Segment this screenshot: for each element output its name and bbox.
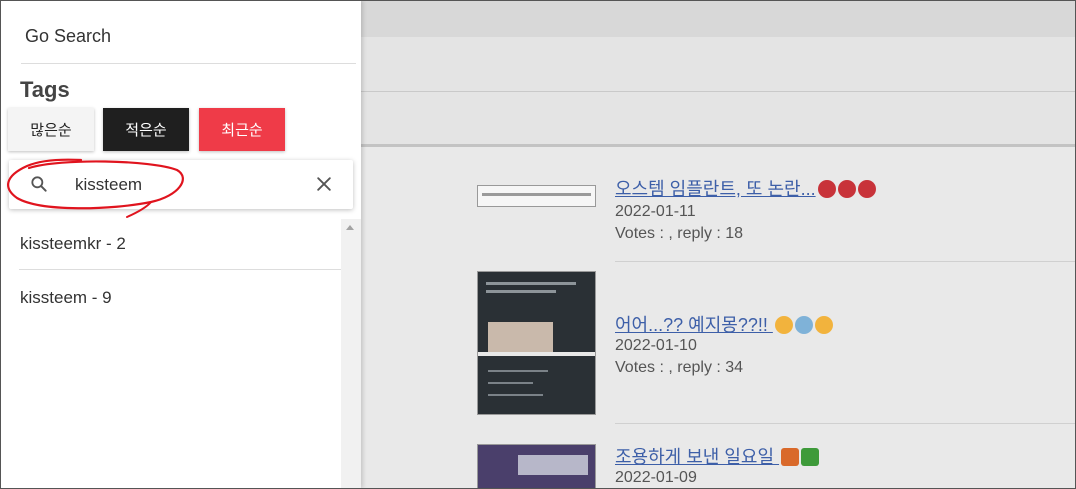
post-date: 2022-01-10 xyxy=(615,337,697,354)
list-divider xyxy=(19,269,341,270)
tag-search-box xyxy=(9,160,353,209)
screaming-face-icon xyxy=(814,316,833,334)
screenshot-frame: 오스템 임플란트, 또 논란... 2022-01-11 Votes : , r… xyxy=(0,0,1076,489)
four-leaf-clover-icon xyxy=(801,448,820,466)
post-date: 2022-01-09 xyxy=(615,469,697,486)
go-search-link[interactable]: Go Search xyxy=(25,26,111,47)
background-divider xyxy=(361,91,1075,92)
post-title-link[interactable]: 조용하게 보낸 일요일 xyxy=(615,443,820,469)
post-divider xyxy=(615,261,1075,262)
post-stats: Votes : , reply : 18 xyxy=(615,225,744,242)
post-date: 2022-01-11 xyxy=(615,203,696,220)
post-divider xyxy=(615,423,1075,424)
tag-search-input[interactable] xyxy=(73,172,297,198)
fearful-face-icon xyxy=(794,316,813,334)
angry-face-icon xyxy=(837,180,856,198)
post-thumbnail[interactable] xyxy=(477,444,596,488)
list-item[interactable]: kissteemkr - 2 xyxy=(20,234,126,254)
post-title-link[interactable]: 오스템 임플란트, 또 논란... xyxy=(615,175,876,201)
angry-face-icon xyxy=(817,180,836,198)
tag-results-list: kissteemkr - 2 kissteem - 9 xyxy=(1,219,341,488)
background-page: 오스템 임플란트, 또 논란... 2022-01-11 Votes : , r… xyxy=(361,1,1075,488)
background-divider xyxy=(361,144,1075,147)
sort-least-button[interactable]: 적은순 xyxy=(103,108,189,151)
scroll-up-arrow-icon[interactable] xyxy=(346,225,354,230)
fallen-leaf-icon xyxy=(781,448,800,466)
post-thumbnail[interactable] xyxy=(477,271,596,415)
post-stats: Votes : , reply : 34 xyxy=(615,359,744,376)
tag-search-drawer: Go Search Tags 많은순 적은순 최근순 kissteemkr - … xyxy=(1,1,361,488)
angry-face-icon xyxy=(857,180,876,198)
drawer-divider xyxy=(21,63,356,64)
search-icon xyxy=(31,176,47,192)
close-icon[interactable] xyxy=(314,174,334,194)
results-scrollbar[interactable] xyxy=(341,219,361,488)
background-header-band xyxy=(361,37,1075,147)
post-title-link[interactable]: 어어...?? 예지몽??!! xyxy=(615,311,833,337)
sort-recent-button[interactable]: 최근순 xyxy=(199,108,285,151)
tags-heading: Tags xyxy=(20,77,70,102)
list-item[interactable]: kissteem - 9 xyxy=(20,288,112,308)
frowning-face-icon xyxy=(774,316,793,334)
post-thumbnail[interactable] xyxy=(477,185,596,207)
sort-most-button[interactable]: 많은순 xyxy=(8,108,94,151)
background-app-bar xyxy=(361,1,1075,37)
